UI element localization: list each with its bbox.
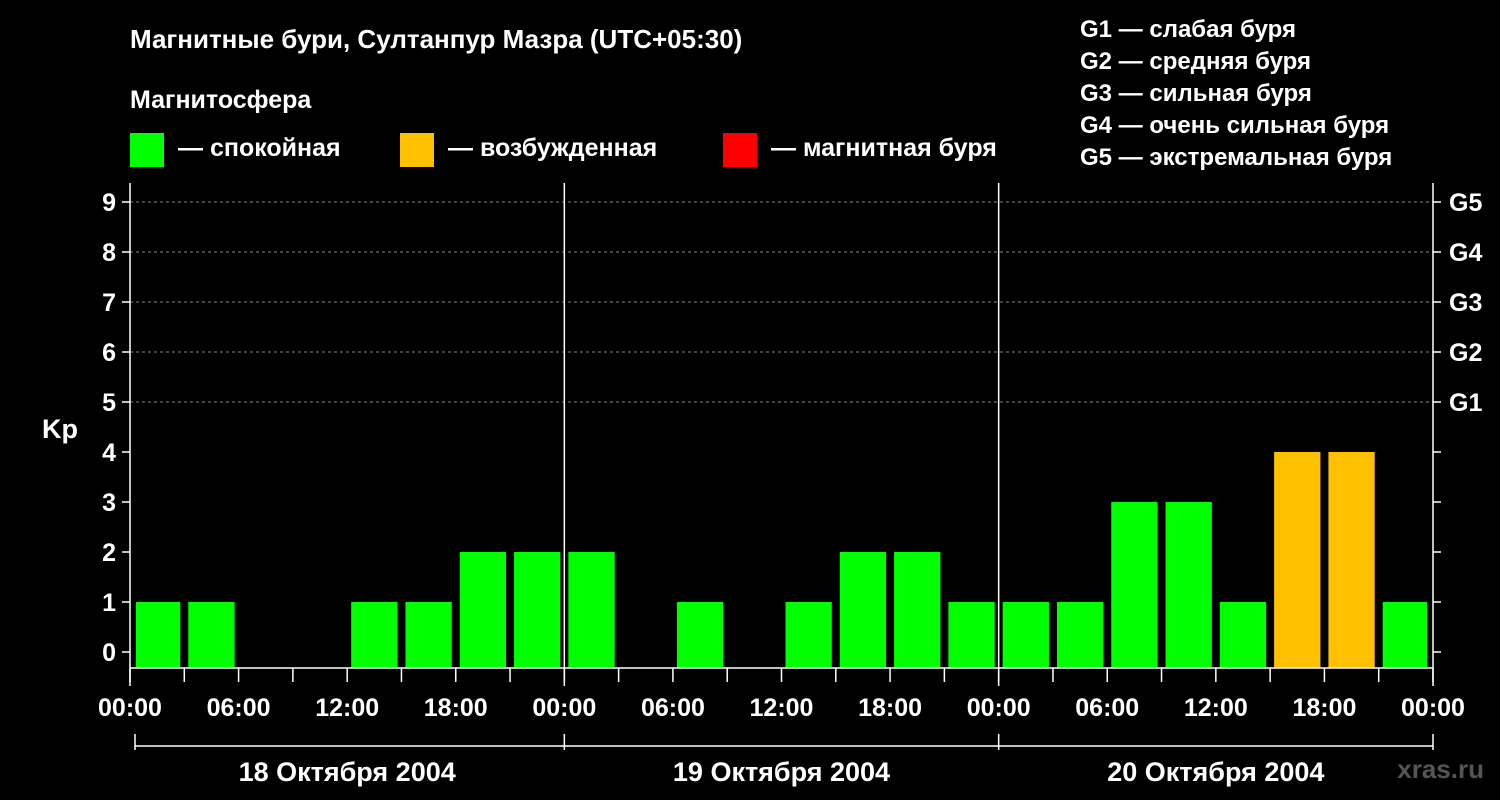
g-level-label: G1 [1449, 389, 1482, 417]
kp-bar [1274, 452, 1321, 668]
kp-bar [136, 602, 181, 668]
y-tick-label: 1 [102, 589, 116, 617]
kp-bar [948, 602, 995, 668]
x-tick-label: 12:00 [315, 694, 379, 722]
x-tick-label: 18:00 [424, 694, 488, 722]
x-tick-label: 18:00 [858, 694, 922, 722]
y-tick-label: 8 [102, 239, 116, 267]
kp-bar [188, 602, 235, 668]
g-level-label: G5 [1449, 189, 1482, 217]
kp-bar [568, 552, 615, 668]
x-tick-label: 00:00 [532, 694, 596, 722]
g-level-label: G4 [1449, 239, 1482, 267]
day-label: 20 Октября 2004 [1107, 757, 1324, 787]
y-tick-label: 6 [102, 339, 116, 367]
x-tick-label: 00:00 [967, 694, 1031, 722]
y-tick-label: 4 [102, 439, 116, 467]
y-tick-label: 2 [102, 539, 116, 567]
kp-bar [405, 602, 452, 668]
kp-bar [1165, 502, 1212, 668]
kp-bar-partial [1416, 602, 1426, 668]
kp-bar [1219, 602, 1267, 668]
kp-bar [1002, 602, 1049, 668]
day-label: 18 Октября 2004 [239, 757, 456, 787]
kp-bar [785, 602, 832, 668]
x-tick-label: 12:00 [750, 694, 814, 722]
g-level-label: G2 [1449, 339, 1482, 367]
x-tick-label: 06:00 [641, 694, 705, 722]
kp-bar [1056, 602, 1104, 668]
kp-bar [351, 602, 398, 668]
kp-bar [1328, 452, 1375, 668]
day-label: 19 Октября 2004 [673, 757, 890, 787]
y-tick-label: 7 [102, 289, 116, 317]
x-tick-label: 00:00 [98, 694, 162, 722]
y-tick-label: 3 [102, 489, 116, 517]
x-tick-label: 06:00 [1075, 694, 1139, 722]
kp-bar [514, 552, 561, 668]
kp-bar-chart: 0 1 2 3 4 5 6 7 8 9 G1 G2 G3 G4 G5 Kp 00:00 06:00 12:00 18:… [42, 183, 1482, 787]
watermark: xras.ru [1397, 754, 1484, 784]
y-tick-label: 9 [102, 189, 116, 217]
x-tick-label: 00:00 [1401, 694, 1465, 722]
y-axis-label: Kp [42, 414, 78, 444]
kp-bar [839, 552, 887, 668]
y-tick-label: 5 [102, 389, 116, 417]
kp-bar [459, 552, 507, 668]
y-tick-label: 0 [102, 639, 116, 667]
kp-bar [894, 552, 941, 668]
g-level-label: G3 [1449, 289, 1482, 317]
kp-bar [1111, 502, 1158, 668]
x-tick-label: 12:00 [1184, 694, 1248, 722]
x-tick-label: 18:00 [1292, 694, 1356, 722]
kp-bar [676, 602, 724, 668]
x-tick-label: 06:00 [207, 694, 271, 722]
